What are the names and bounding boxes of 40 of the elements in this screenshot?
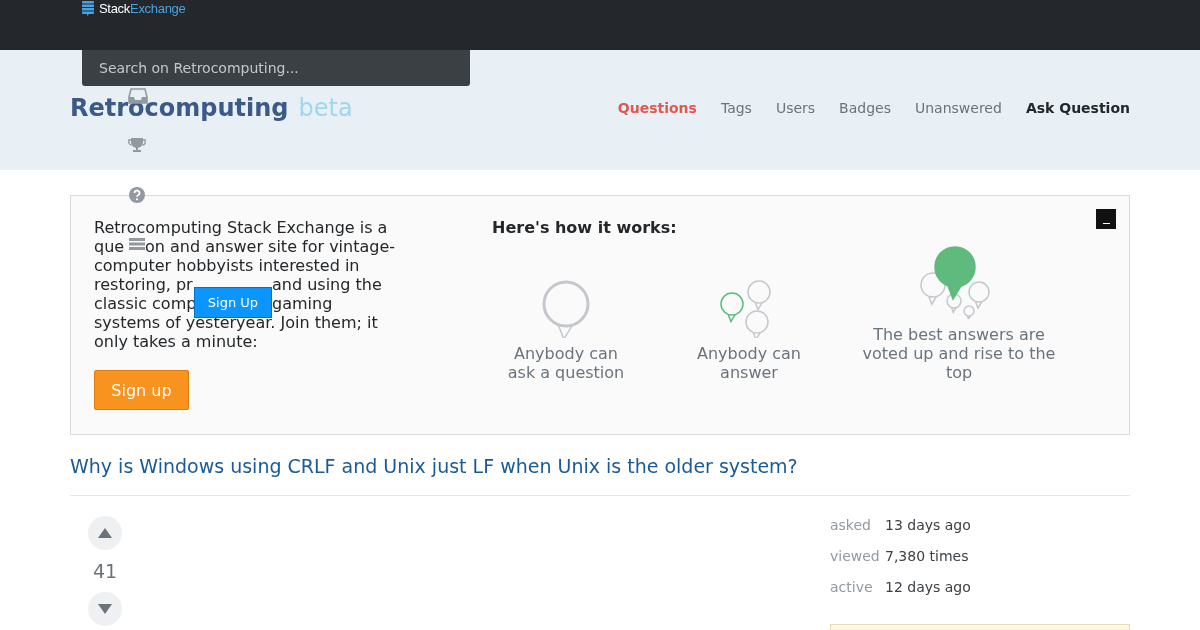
up-arrow-icon bbox=[98, 528, 112, 538]
banner-text: restoring, pr bbox=[94, 275, 193, 294]
banner-text: on and answer site for vintage- bbox=[145, 237, 396, 256]
sign-up-button[interactable]: Sign up bbox=[94, 370, 189, 410]
nav-link[interactable]: Tags bbox=[720, 100, 752, 116]
meta-value: 13 days ago bbox=[885, 516, 972, 535]
downvote-button[interactable] bbox=[88, 592, 122, 626]
trophy-icon[interactable] bbox=[128, 137, 146, 153]
step-caption: Anybody can ask a question bbox=[506, 344, 626, 382]
banner-text: computer hobbyists interested in bbox=[94, 256, 360, 275]
meta-value: 12 days ago bbox=[885, 578, 972, 597]
help-icon[interactable] bbox=[129, 187, 145, 203]
logo-text[interactable]: StackExchange bbox=[99, 1, 186, 16]
stack-icon[interactable] bbox=[129, 238, 145, 250]
nav-link[interactable]: Unanswered bbox=[915, 100, 1002, 116]
banner-text: que bbox=[94, 237, 125, 256]
banner-text: gaming bbox=[272, 294, 333, 313]
question-title[interactable]: Why is Windows using CRLF and Unix just LF when Unix is the older system? bbox=[70, 455, 1130, 496]
step-caption: The best answers are voted up and rise to the top bbox=[861, 325, 1057, 382]
stack-logo-icon bbox=[82, 1, 94, 16]
vote-count: 41 bbox=[92, 560, 118, 582]
step-caption: Anybody can answer bbox=[696, 344, 802, 382]
meta-label: viewed bbox=[830, 547, 881, 566]
how-it-works-heading: Here's how it works: bbox=[492, 218, 678, 237]
meta-label: active bbox=[830, 578, 874, 597]
down-arrow-icon bbox=[98, 604, 112, 614]
meta-value: 7,380 times bbox=[885, 547, 970, 566]
nav-link[interactable]: Users bbox=[775, 100, 816, 116]
search-field[interactable]: Search on Retrocomputing... bbox=[82, 50, 470, 86]
ask-question-link[interactable]: Ask Question bbox=[1025, 100, 1130, 116]
nav-link[interactable]: Questions bbox=[617, 100, 697, 116]
beta-label: beta bbox=[298, 94, 353, 122]
nav-link[interactable]: Badges bbox=[839, 100, 891, 116]
site-name[interactable]: Retrocomputing bbox=[70, 94, 289, 122]
banner-text: only takes a minute: bbox=[94, 332, 258, 351]
meta-label: asked bbox=[830, 516, 872, 535]
sign-up-button[interactable]: Sign Up bbox=[194, 287, 272, 318]
banner-text: Retrocomputing Stack Exchange is a bbox=[94, 218, 388, 237]
banner-text: and using the bbox=[272, 275, 382, 294]
upvote-button[interactable] bbox=[88, 516, 122, 550]
